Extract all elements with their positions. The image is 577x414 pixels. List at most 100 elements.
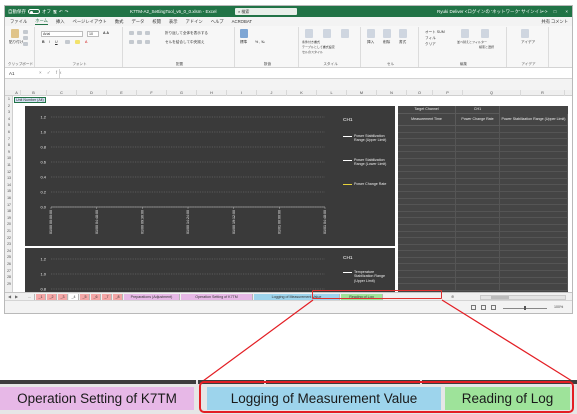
page-break-view-icon[interactable] (491, 305, 496, 310)
ideas-icon[interactable] (521, 29, 529, 38)
table-cell[interactable] (500, 211, 568, 218)
unit-number-cell[interactable]: Unit Number (Alt) (14, 97, 46, 103)
row-header[interactable]: 26 (5, 261, 13, 268)
sheet-grid[interactable]: Unit Number (Alt) 1.2 1.0 0.8 0.6 0.4 0.2 0.0 0… (13, 96, 572, 292)
align-middle-icon[interactable] (137, 31, 142, 35)
menu-addins[interactable]: アドイン (186, 19, 203, 25)
table-cell[interactable] (500, 165, 568, 172)
row-header[interactable]: 24 (5, 248, 13, 255)
format-painter-icon[interactable] (23, 42, 28, 46)
table-cell[interactable] (456, 139, 500, 145)
page-layout-view-icon[interactable] (481, 305, 486, 310)
underline-icon[interactable]: U (55, 40, 58, 44)
row-header[interactable]: 28 (5, 274, 13, 281)
row-header[interactable]: 27 (5, 268, 13, 275)
table-cell[interactable] (398, 251, 456, 257)
table-cell[interactable] (456, 132, 500, 139)
table-cell[interactable] (398, 284, 456, 290)
table-cell[interactable] (456, 205, 500, 211)
table-cell[interactable] (500, 224, 568, 231)
row-header[interactable]: 1 (5, 96, 13, 103)
menu-view[interactable]: 表示 (169, 19, 178, 25)
table-cell[interactable] (456, 172, 500, 178)
redo-icon[interactable]: ↷ (65, 9, 69, 15)
user-name[interactable]: Ryuki Deliver <ログインの 'ネットワーク' サインイン > (437, 9, 547, 15)
row-header[interactable]: 29 (5, 281, 13, 288)
row-header[interactable]: 17 (5, 202, 13, 209)
table-cell[interactable] (398, 264, 456, 271)
format-table-icon[interactable] (323, 29, 331, 38)
table-cell[interactable] (398, 172, 456, 178)
search-box[interactable]: ⌕ 検索 (235, 8, 297, 15)
table-cell[interactable] (456, 185, 500, 191)
share-button[interactable]: 共有 (541, 19, 550, 25)
row-header[interactable]: 6 (5, 129, 13, 136)
table-cell[interactable] (456, 198, 500, 205)
table-cell[interactable] (500, 178, 568, 185)
table-cell[interactable] (398, 126, 456, 132)
table-cell[interactable] (398, 231, 456, 238)
minimize-button[interactable]: — (540, 9, 545, 14)
table-cell[interactable] (398, 205, 456, 211)
align-center-icon[interactable] (137, 40, 142, 44)
table-cell[interactable] (500, 231, 568, 238)
table-cell[interactable] (500, 244, 568, 251)
align-left-icon[interactable] (129, 40, 134, 44)
row-header[interactable]: 18 (5, 208, 13, 215)
save-icon[interactable]: 🖫 (53, 8, 57, 16)
chart-ch1-power[interactable]: 1.2 1.0 0.8 0.6 0.4 0.2 0.0 01/00 00:00:00 01/00… (25, 106, 395, 246)
align-top-icon[interactable] (129, 31, 134, 35)
menu-insert[interactable]: 挿入 (56, 19, 65, 25)
table-cell[interactable] (500, 271, 568, 277)
table-cell[interactable] (398, 271, 456, 277)
table-cell[interactable] (398, 152, 456, 158)
bold-icon[interactable]: B (42, 40, 45, 44)
menu-help[interactable]: ヘルプ (211, 19, 224, 25)
insert-cells-icon[interactable] (367, 29, 375, 38)
zoom-level[interactable]: 100% (554, 305, 563, 309)
conditional-format-icon[interactable] (305, 29, 313, 38)
row-header[interactable]: 21 (5, 228, 13, 235)
autosave-toggle[interactable] (28, 9, 40, 14)
table-cell[interactable] (456, 244, 500, 251)
row-header[interactable]: 23 (5, 241, 13, 248)
table-cell[interactable] (500, 198, 568, 205)
table-cell[interactable] (500, 132, 568, 139)
name-box[interactable]: A1 (7, 70, 31, 77)
fill-color-icon[interactable] (75, 40, 80, 44)
table-cell[interactable] (456, 218, 500, 224)
row-header[interactable]: 8 (5, 142, 13, 149)
formula-input[interactable] (59, 69, 568, 78)
horizontal-scrollbar[interactable] (480, 294, 566, 300)
row-header[interactable]: 4 (5, 116, 13, 123)
table-cell[interactable] (456, 158, 500, 165)
align-bottom-icon[interactable] (145, 31, 150, 35)
table-cell[interactable] (500, 257, 568, 264)
table-cell[interactable] (398, 257, 456, 264)
close-button[interactable]: × (565, 9, 568, 14)
table-cell[interactable] (398, 238, 456, 244)
row-header[interactable]: 12 (5, 169, 13, 176)
row-header[interactable]: 2 (5, 103, 13, 110)
table-cell[interactable] (398, 158, 456, 165)
menu-review[interactable]: 校閲 (152, 19, 161, 25)
scrollbar-thumb[interactable] (491, 296, 509, 299)
table-cell[interactable] (398, 211, 456, 218)
row-header[interactable]: 9 (5, 149, 13, 156)
table-cell[interactable] (456, 257, 500, 264)
table-cell[interactable] (456, 284, 500, 290)
table-cell[interactable] (456, 191, 500, 198)
autosum-button[interactable]: オート SUM (425, 30, 445, 35)
table-cell[interactable] (456, 152, 500, 158)
copy-icon[interactable] (23, 36, 28, 40)
table-cell[interactable] (500, 277, 568, 284)
menu-data[interactable]: データ (131, 19, 144, 25)
table-cell[interactable] (500, 238, 568, 244)
row-header[interactable]: 11 (5, 162, 13, 169)
delete-cells-icon[interactable] (383, 29, 391, 38)
row-header[interactable]: 20 (5, 221, 13, 228)
row-header[interactable]: 14 (5, 182, 13, 189)
table-cell[interactable] (456, 231, 500, 238)
table-cell[interactable] (500, 191, 568, 198)
table-cell[interactable] (456, 211, 500, 218)
